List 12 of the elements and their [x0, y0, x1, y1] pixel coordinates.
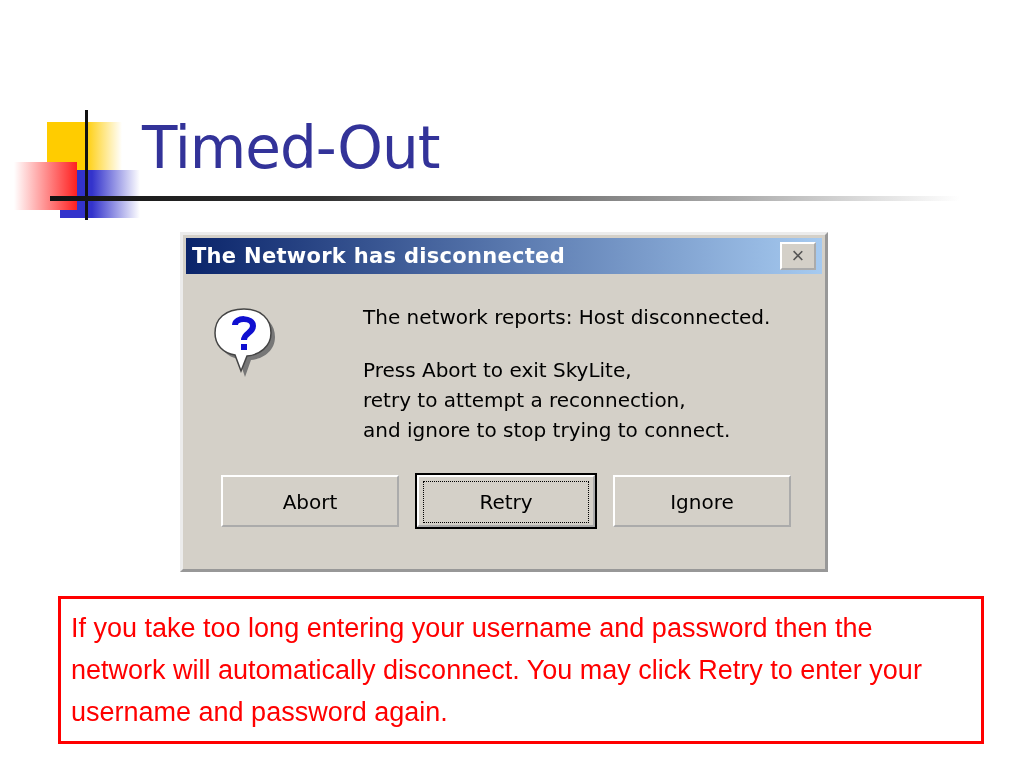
window-title: The Network has disconnected — [192, 244, 565, 268]
note-text: If you take too long entering your username and password then the network will automatically disconnect. You may click Retry to enter your username and password again. — [58, 596, 984, 744]
instruction-line: Press Abort to exit SkyLite, — [363, 357, 633, 384]
message-text: The network reports: Host disconnected. — [363, 305, 771, 329]
dialog-button[interactable]: Retry — [417, 475, 595, 527]
dialog-button[interactable]: Ignore — [613, 475, 791, 527]
slide-title: Timed-Out — [142, 114, 440, 182]
close-button[interactable]: × — [780, 242, 816, 270]
question-icon — [213, 305, 275, 377]
dialog-button[interactable]: Abort — [221, 475, 399, 527]
instruction-line: and ignore to stop trying to connect. — [363, 417, 732, 444]
instruction-line: retry to attempt a reconnection, — [363, 387, 687, 414]
